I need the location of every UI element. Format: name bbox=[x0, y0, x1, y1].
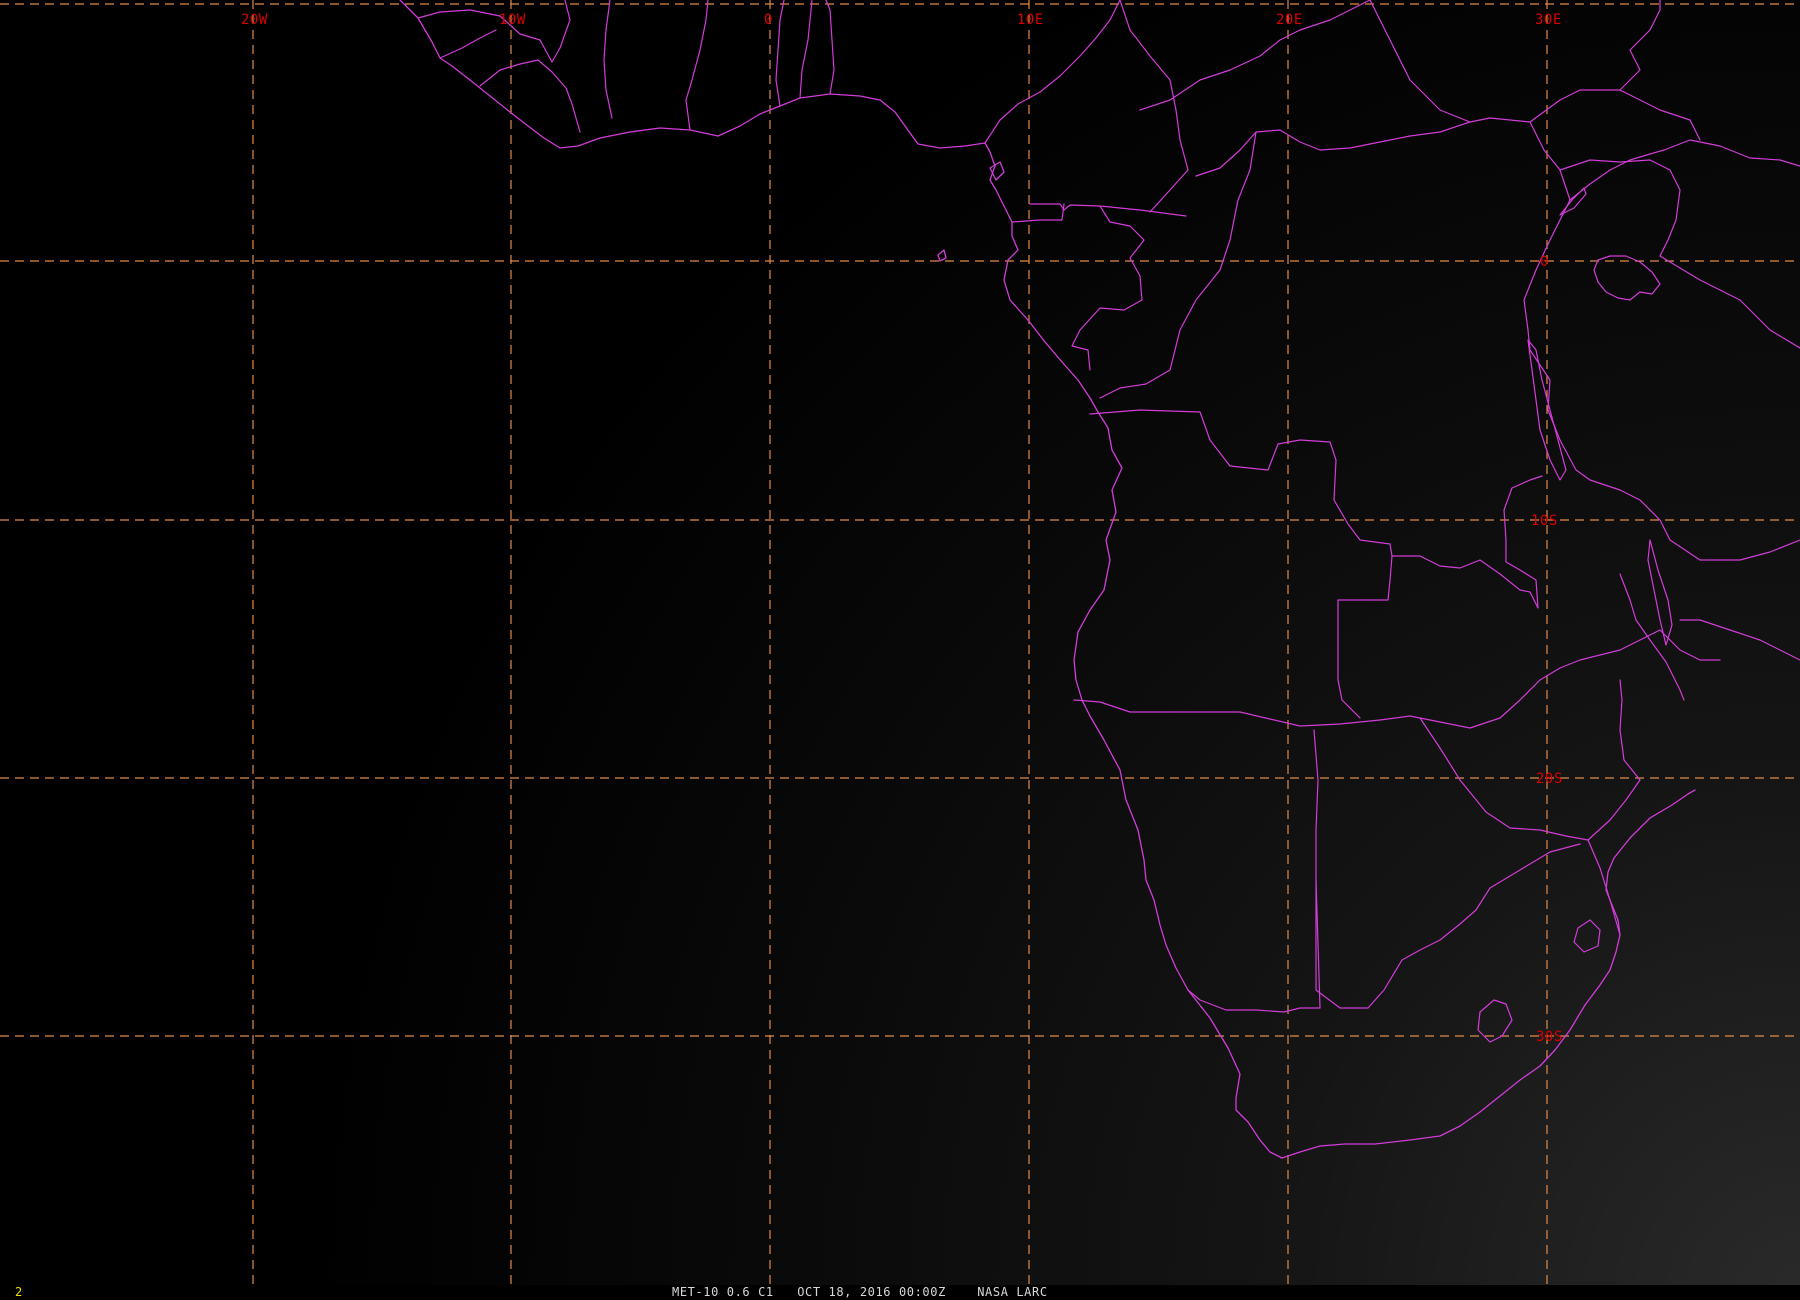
label-lon-10w: 10W bbox=[499, 12, 526, 28]
satellite-map: 20W 10W 0 10E 20E 30E 0 10S 20S 30S bbox=[0, 0, 1800, 1285]
label-lat-0: 0 bbox=[1540, 254, 1549, 270]
caption-date: OCT 18, 2016 bbox=[797, 1285, 892, 1299]
satellite-image-viewer: 20W 10W 0 10E 20E 30E 0 10S 20S 30S 2 ME… bbox=[0, 0, 1800, 1300]
label-lon-10e: 10E bbox=[1017, 12, 1044, 28]
label-lon-20w: 20W bbox=[241, 12, 268, 28]
image-caption-bar: 2 MET-10 0.6 C1 OCT 18, 2016 00:00Z NASA… bbox=[0, 1285, 1800, 1300]
label-lon-0: 0 bbox=[764, 12, 773, 28]
caption-channel: 0.6 C1 bbox=[726, 1285, 774, 1299]
caption-time: 00:00Z bbox=[898, 1285, 946, 1299]
label-lon-30e: 30E bbox=[1535, 12, 1562, 28]
caption-source: NASA LARC bbox=[977, 1285, 1048, 1299]
image-background bbox=[0, 0, 1800, 1285]
label-lat-10s: 10S bbox=[1531, 513, 1558, 529]
caption-satellite: MET-10 bbox=[672, 1285, 719, 1299]
label-lon-20e: 20E bbox=[1276, 12, 1303, 28]
frame-number: 2 bbox=[15, 1285, 23, 1299]
image-caption: MET-10 0.6 C1 OCT 18, 2016 00:00Z NASA L… bbox=[672, 1285, 1048, 1300]
label-lat-20s: 20S bbox=[1536, 771, 1563, 787]
label-lat-30s: 30S bbox=[1536, 1029, 1563, 1045]
